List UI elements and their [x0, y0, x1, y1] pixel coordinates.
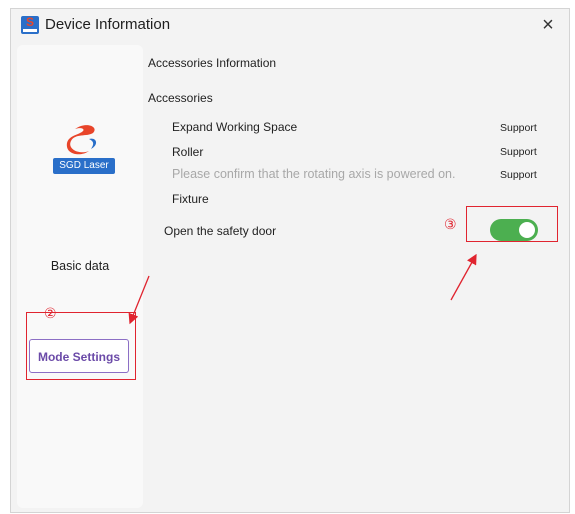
annotation-arrow-3: [450, 253, 477, 301]
annotation-arrow-2: [128, 275, 150, 325]
annotation-arrows: [128, 253, 477, 325]
